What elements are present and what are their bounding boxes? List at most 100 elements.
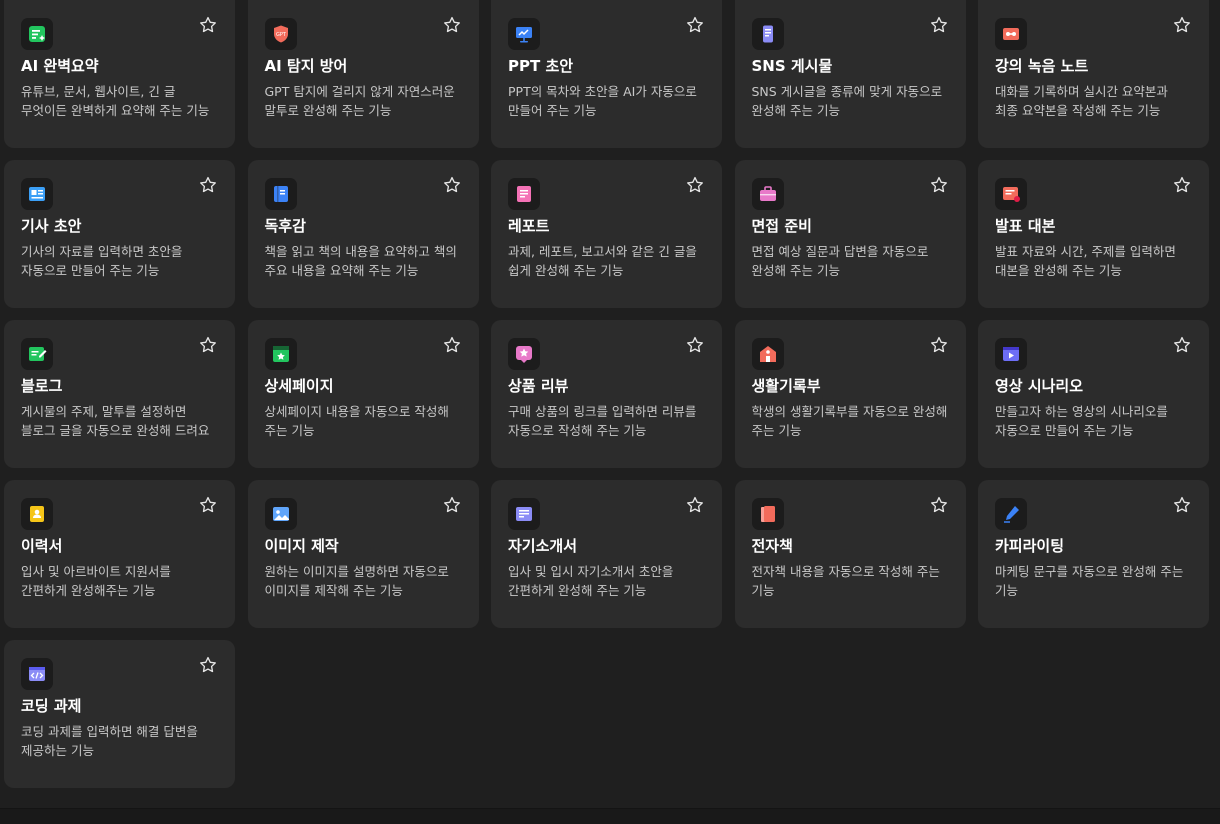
feature-card-interview[interactable]: 면접 준비면접 예상 질문과 답변을 자동으로 완성해 주는 기능 — [734, 160, 966, 308]
feature-description: 기사의 자료를 입력하면 초안을 자동으로 만들어 주는 기능 — [21, 244, 183, 278]
favorite-star-icon[interactable] — [199, 336, 217, 354]
feature-description: 코딩 과제를 입력하면 해결 답변을 제공하는 기능 — [21, 724, 198, 758]
favorite-star-icon[interactable] — [930, 336, 948, 354]
feature-card-intro[interactable]: 자기소개서입사 및 입시 자기소개서 초안을 간편하게 완성해 주는 기능 — [491, 480, 722, 628]
feature-title: 이력서 — [21, 537, 63, 555]
feature-title: 카피라이팅 — [995, 537, 1065, 555]
feature-description: 마케팅 문구를 자동으로 완성해 주는 기능 — [995, 564, 1184, 598]
feature-description: 학생의 생활기록부를 자동으로 완성해 주는 기능 — [751, 404, 948, 438]
favorite-star-icon[interactable] — [686, 336, 704, 354]
favorite-star-icon[interactable] — [686, 496, 704, 514]
favorite-star-icon[interactable] — [1173, 176, 1191, 194]
feature-description: 입사 및 입시 자기소개서 초안을 간편하게 완성해 주는 기능 — [508, 564, 674, 598]
presentation-icon — [508, 18, 540, 50]
script-icon — [995, 178, 1027, 210]
feature-card-article[interactable]: 기사 초안기사의 자료를 입력하면 초안을 자동으로 만들어 주는 기능 — [4, 160, 235, 308]
feature-title: 면접 준비 — [751, 217, 812, 235]
feature-title: 발표 대본 — [995, 217, 1056, 235]
feature-title: 전자책 — [751, 537, 793, 555]
feature-title: 기사 초안 — [21, 217, 82, 235]
feature-card-record[interactable]: 생활기록부학생의 생활기록부를 자동으로 완성해 주는 기능 — [734, 320, 966, 468]
feature-description: 유튜브, 문서, 웹사이트, 긴 글 무엇이든 완벽하게 요약해 주는 기능 — [21, 84, 210, 118]
feature-description: 과제, 레포트, 보고서와 같은 긴 글을 쉽게 완성해 주는 기능 — [508, 244, 697, 278]
feature-card-blog[interactable]: 블로그 게시물의 주제, 말투를 설정하면 블로그 글을 자동으로 완성해 드려요 — [4, 320, 235, 468]
favorite-star-icon[interactable] — [1173, 16, 1191, 34]
favorite-star-icon[interactable] — [1173, 496, 1191, 514]
feature-card-review[interactable]: 상품 리뷰구매 상품의 링크를 입력하면 리뷰를 자동으로 작성해 주는 기능 — [491, 320, 722, 468]
pen-icon — [995, 498, 1027, 530]
feature-card-detail[interactable]: 상세페이지상세페이지 내용을 자동으로 작성해 주는 기능 — [247, 320, 479, 468]
favorite-star-icon[interactable] — [1173, 336, 1191, 354]
footer-bar — [0, 808, 1220, 824]
feature-title: SNS 게시물 — [751, 57, 833, 75]
feature-description: 발표 자료와 시간, 주제를 입력하면 대본을 완성해 주는 기능 — [995, 244, 1176, 278]
feature-description: 책을 읽고 책의 내용을 요약하고 책의 주요 내용을 요약해 주는 기능 — [264, 244, 457, 278]
favorite-star-icon[interactable] — [443, 176, 461, 194]
feature-title: 영상 시나리오 — [995, 377, 1084, 395]
feature-card-ebook[interactable]: 전자책전자책 내용을 자동으로 작성해 주는 기능 — [734, 480, 966, 628]
gpt-shield-icon: GPT — [264, 18, 297, 50]
favorite-star-icon[interactable] — [443, 496, 461, 514]
feature-card-resume[interactable]: 이력서입사 및 아르바이트 지원서를 간편하게 완성해주는 기능 — [4, 480, 235, 628]
feature-card-summary[interactable]: AI 완벽요약유튜브, 문서, 웹사이트, 긴 글 무엇이든 완벽하게 요약해 … — [4, 0, 235, 148]
feature-title: 이미지 제작 — [264, 537, 339, 555]
review-star-icon — [508, 338, 540, 370]
ebook-icon — [751, 498, 784, 530]
favorite-star-icon[interactable] — [930, 496, 948, 514]
feature-description: 구매 상품의 링크를 입력하면 리뷰를 자동으로 작성해 주는 기능 — [508, 404, 697, 438]
favorite-star-icon[interactable] — [443, 16, 461, 34]
feature-card-detect[interactable]: GPT AI 탐지 방어 GPT 탐지에 걸리지 않게 자연스러운 말투로 완성해 … — [247, 0, 479, 148]
feature-title: 독후감 — [264, 217, 306, 235]
image-icon — [264, 498, 297, 530]
feature-card-lecture[interactable]: 강의 녹음 노트대화를 기록하며 실시간 요약본과 최종 요약본을 작성해 주는… — [978, 0, 1209, 148]
favorite-star-icon[interactable] — [199, 176, 217, 194]
school-icon — [751, 338, 784, 370]
feature-description: 상세페이지 내용을 자동으로 작성해 주는 기능 — [264, 404, 449, 438]
favorite-star-icon[interactable] — [199, 496, 217, 514]
resume-icon — [21, 498, 53, 530]
feature-description: 게시물의 주제, 말투를 설정하면 블로그 글을 자동으로 완성해 드려요 — [21, 404, 210, 438]
feature-card-copy[interactable]: 카피라이팅마케팅 문구를 자동으로 완성해 주는 기능 — [978, 480, 1209, 628]
feature-title: 강의 녹음 노트 — [995, 57, 1089, 75]
feature-card-book[interactable]: 독후감책을 읽고 책의 내용을 요약하고 책의 주요 내용을 요약해 주는 기능 — [247, 160, 479, 308]
feature-description: 대화를 기록하며 실시간 요약본과 최종 요약본을 작성해 주는 기능 — [995, 84, 1168, 118]
summary-icon — [21, 18, 53, 50]
feature-description: 면접 예상 질문과 답변을 자동으로 완성해 주는 기능 — [751, 244, 929, 278]
favorite-star-icon[interactable] — [443, 336, 461, 354]
feature-title: AI 탐지 방어 — [264, 57, 348, 75]
feature-title: 상세페이지 — [264, 377, 334, 395]
newspaper-icon — [21, 178, 53, 210]
feature-title: 코딩 과제 — [21, 697, 82, 715]
feature-description: 입사 및 아르바이트 지원서를 간편하게 완성해주는 기능 — [21, 564, 171, 598]
favorite-star-icon[interactable] — [199, 16, 217, 34]
feature-description: 원하는 이미지를 설명하면 자동으로 이미지를 제작해 주는 기능 — [264, 564, 449, 598]
feature-card-video[interactable]: 영상 시나리오 만들고자 하는 영상의 시나리오를 자동으로 만들어 주는 기능 — [978, 320, 1209, 468]
favorite-star-icon[interactable] — [199, 656, 217, 674]
feature-card-image[interactable]: 이미지 제작원하는 이미지를 설명하면 자동으로 이미지를 제작해 주는 기능 — [247, 480, 479, 628]
feature-title: 상품 리뷰 — [508, 377, 569, 395]
video-icon — [995, 338, 1027, 370]
feature-card-report[interactable]: 레포트 과제, 레포트, 보고서와 같은 긴 글을 쉽게 완성해 주는 기능 — [491, 160, 722, 308]
intro-doc-icon — [508, 498, 540, 530]
svg-text:GPT: GPT — [276, 32, 287, 38]
feature-title: 자기소개서 — [508, 537, 578, 555]
code-icon — [21, 658, 53, 690]
feature-description: GPT 탐지에 걸리지 않게 자연스러운 말투로 완성해 주는 기능 — [264, 84, 455, 118]
favorite-star-icon[interactable] — [686, 176, 704, 194]
feature-card-sns[interactable]: SNS 게시물 SNS 게시글을 종류에 맞게 자동으로 완성해 주는 기능 — [734, 0, 966, 148]
feature-card-coding[interactable]: 코딩 과제코딩 과제를 입력하면 해결 답변을 제공하는 기능 — [4, 640, 235, 788]
cassette-icon — [995, 18, 1027, 50]
feature-card-speech[interactable]: 발표 대본발표 자료와 시간, 주제를 입력하면 대본을 완성해 주는 기능 — [978, 160, 1209, 308]
favorite-star-icon[interactable] — [686, 16, 704, 34]
briefcase-icon — [751, 178, 784, 210]
favorite-star-icon[interactable] — [930, 176, 948, 194]
feature-title: AI 완벽요약 — [21, 57, 99, 75]
feature-title: 생활기록부 — [751, 377, 821, 395]
feature-title: PPT 초안 — [508, 57, 574, 75]
blog-edit-icon — [21, 338, 53, 370]
favorite-star-icon[interactable] — [930, 16, 948, 34]
feature-grid: AI 완벽요약유튜브, 문서, 웹사이트, 긴 글 무엇이든 완벽하게 요약해 … — [4, 0, 1209, 788]
feature-card-ppt[interactable]: PPT 초안 PPT의 목차와 초안을 AI가 자동으로 만들어 주는 기능 — [491, 0, 722, 148]
feature-description: 전자책 내용을 자동으로 작성해 주는 기능 — [751, 564, 940, 598]
detail-page-icon — [264, 338, 297, 370]
